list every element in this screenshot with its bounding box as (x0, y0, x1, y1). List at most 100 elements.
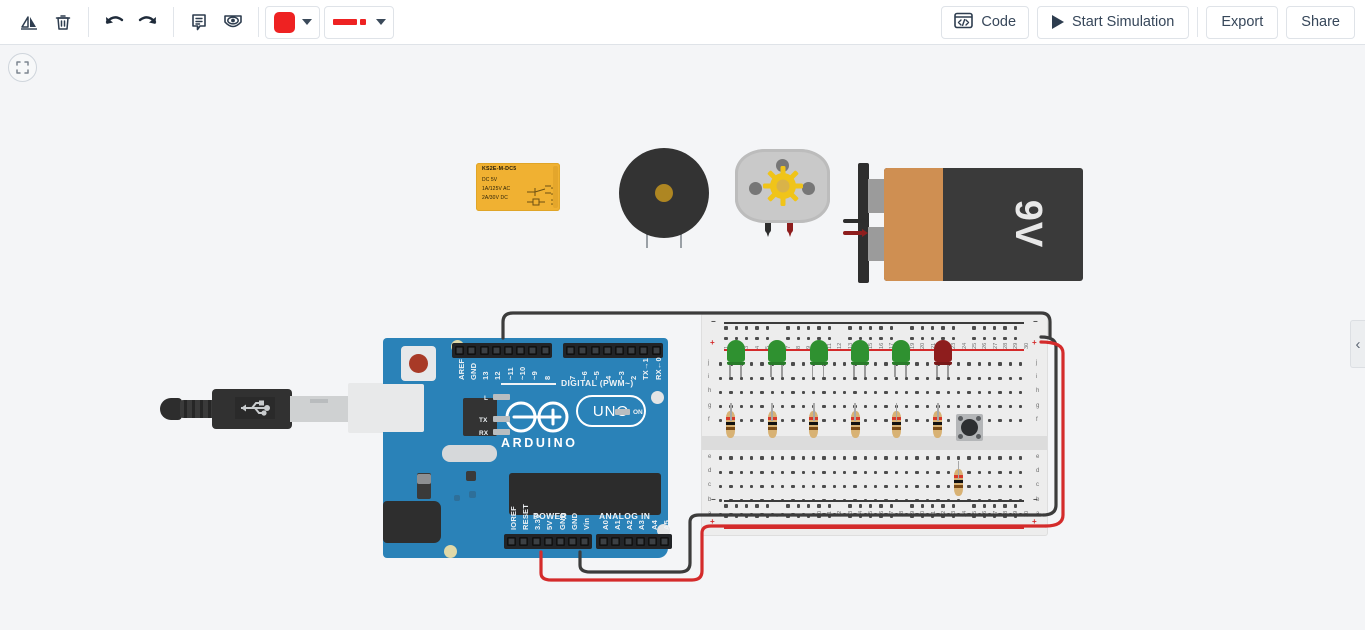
rail-hole-bottom-negative[interactable] (1003, 504, 1007, 508)
hole-h17[interactable] (884, 390, 888, 395)
rail-hole-top-positive[interactable] (869, 336, 873, 341)
hole-a16[interactable] (874, 513, 878, 517)
hole-f27[interactable] (987, 419, 992, 423)
hole-j13[interactable] (843, 362, 847, 366)
eye-icon[interactable] (216, 5, 250, 39)
hole-j26[interactable] (977, 362, 981, 366)
hole-i29[interactable] (1008, 376, 1012, 380)
hole-d11[interactable] (822, 470, 826, 474)
hole-h14[interactable] (853, 390, 857, 395)
header-socket[interactable] (528, 346, 538, 355)
analog-header[interactable] (596, 534, 672, 549)
hole-d29[interactable] (1008, 470, 1012, 474)
hole-f15[interactable] (863, 419, 868, 423)
hole-i18[interactable] (894, 376, 899, 380)
hole-j17[interactable] (884, 362, 888, 366)
rail-hole-bottom-positive[interactable] (807, 514, 811, 519)
hole-h20[interactable] (915, 390, 919, 395)
rail-hole-bottom-negative[interactable] (755, 504, 759, 508)
code-button[interactable]: Code (941, 5, 1030, 39)
hole-e1[interactable] (718, 456, 723, 460)
led-green-2[interactable] (768, 340, 787, 377)
hole-c8[interactable] (791, 484, 795, 489)
hole-d25[interactable] (967, 470, 971, 474)
hole-j16[interactable] (874, 362, 878, 366)
hole-i22[interactable] (936, 376, 940, 380)
hole-e16[interactable] (874, 456, 878, 460)
hole-c22[interactable] (936, 484, 940, 489)
hole-d27[interactable] (987, 470, 992, 474)
rail-hole-top-negative[interactable] (869, 326, 873, 330)
header-socket[interactable] (627, 346, 637, 355)
rail-hole-bottom-negative[interactable] (910, 504, 914, 508)
hole-i15[interactable] (863, 376, 868, 380)
rail-hole-bottom-positive[interactable] (931, 514, 935, 519)
start-simulation-button[interactable]: Start Simulation (1037, 5, 1190, 39)
header-socket[interactable] (491, 346, 501, 355)
dc-motor[interactable] (735, 149, 830, 223)
hole-a26[interactable] (977, 513, 981, 517)
hole-h9[interactable] (801, 390, 805, 395)
hole-g29[interactable] (1008, 404, 1012, 409)
rail-hole-top-negative[interactable] (724, 326, 728, 330)
wire-color-picker[interactable] (265, 5, 320, 39)
rail-hole-bottom-positive[interactable] (972, 514, 976, 519)
hole-j30[interactable] (1018, 362, 1023, 366)
rail-hole-top-positive[interactable] (786, 336, 790, 341)
hole-h2[interactable] (729, 390, 733, 395)
hole-c4[interactable] (749, 484, 754, 489)
hole-j12[interactable] (832, 362, 837, 366)
hole-e12[interactable] (832, 456, 837, 460)
arduino-reset-button[interactable] (401, 346, 436, 381)
rail-hole-top-negative[interactable] (993, 326, 997, 330)
hole-i6[interactable] (770, 376, 774, 380)
hole-a9[interactable] (801, 513, 805, 517)
rail-hole-bottom-positive[interactable] (724, 514, 728, 519)
rail-hole-top-negative[interactable] (745, 326, 749, 330)
hole-c2[interactable] (729, 484, 733, 489)
hole-g27[interactable] (987, 404, 992, 409)
hole-a19[interactable] (905, 513, 909, 517)
hole-d18[interactable] (894, 470, 899, 474)
rail-hole-bottom-positive[interactable] (993, 514, 997, 519)
hole-d12[interactable] (832, 470, 837, 474)
rail-hole-bottom-negative[interactable] (972, 504, 976, 508)
hole-i1[interactable] (718, 376, 723, 380)
header-socket[interactable] (651, 346, 661, 355)
hole-d23[interactable] (946, 470, 950, 474)
hole-e2[interactable] (729, 456, 733, 460)
hole-d16[interactable] (874, 470, 878, 474)
rail-hole-bottom-negative[interactable] (920, 504, 925, 508)
hole-e28[interactable] (998, 456, 1002, 460)
hole-f29[interactable] (1008, 419, 1012, 423)
rail-hole-top-negative[interactable] (796, 326, 801, 330)
hole-g17[interactable] (884, 404, 888, 409)
hole-h28[interactable] (998, 390, 1002, 395)
rail-hole-top-positive[interactable] (1003, 336, 1007, 341)
digital-header-left[interactable] (452, 343, 552, 358)
hole-f8[interactable] (791, 419, 795, 423)
hole-g3[interactable] (739, 404, 743, 409)
hole-a3[interactable] (739, 513, 743, 517)
hole-f23[interactable] (946, 419, 950, 423)
hole-i23[interactable] (946, 376, 950, 380)
hole-i21[interactable] (925, 376, 930, 380)
rail-hole-bottom-positive[interactable] (848, 514, 852, 519)
rail-hole-top-positive[interactable] (972, 336, 976, 341)
header-socket[interactable] (555, 537, 565, 546)
digital-header-right[interactable] (563, 343, 663, 358)
hole-f5[interactable] (760, 419, 764, 423)
header-socket[interactable] (568, 537, 578, 546)
led-red-1[interactable] (933, 340, 952, 377)
hole-d2[interactable] (729, 470, 733, 474)
hole-h21[interactable] (925, 390, 930, 395)
hole-f11[interactable] (822, 419, 826, 423)
export-button[interactable]: Export (1206, 5, 1279, 39)
hole-f21[interactable] (925, 419, 930, 423)
hole-i19[interactable] (905, 376, 909, 380)
hole-e19[interactable] (905, 456, 909, 460)
rail-hole-bottom-negative[interactable] (1013, 504, 1018, 508)
hole-d5[interactable] (760, 470, 764, 474)
hole-a1[interactable] (718, 513, 723, 517)
piezo-buzzer[interactable] (619, 148, 709, 238)
